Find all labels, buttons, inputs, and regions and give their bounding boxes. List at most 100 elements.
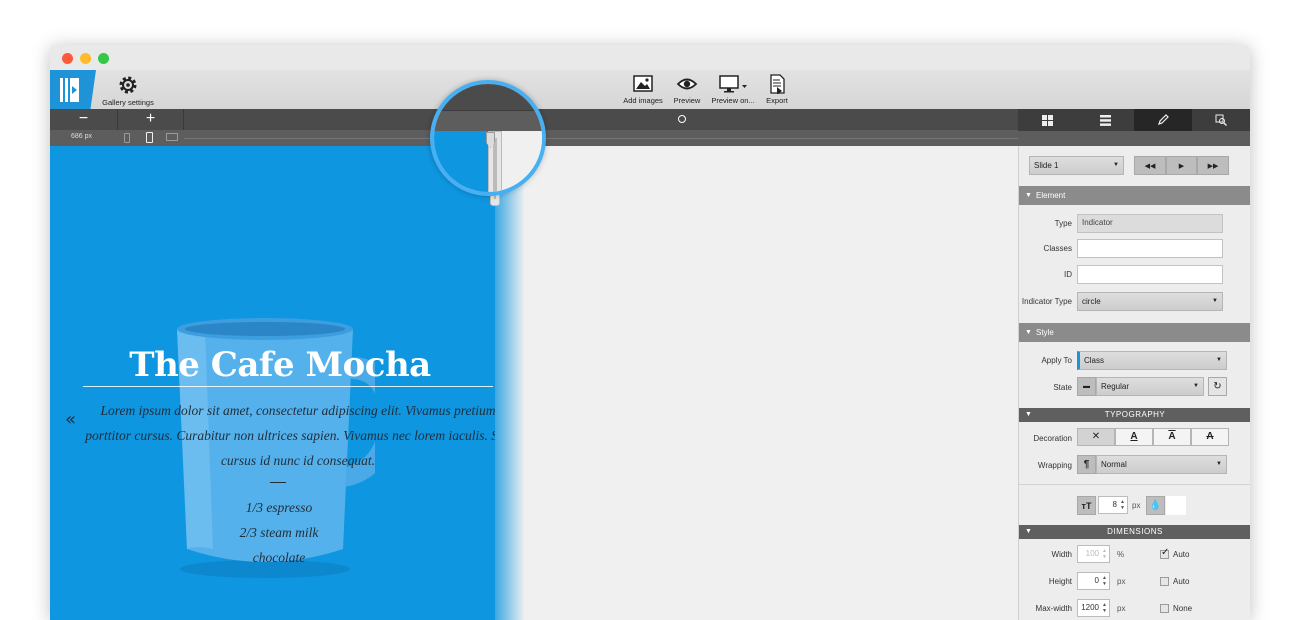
recipe-item: 1/3 espresso bbox=[245, 500, 313, 515]
tablet-icon[interactable] bbox=[146, 132, 153, 143]
preview-button[interactable]: Preview bbox=[670, 74, 704, 105]
typography-section-header[interactable]: ▼ TYPOGRAPHY bbox=[1019, 408, 1250, 422]
height-auto-checkbox[interactable] bbox=[1160, 577, 1169, 586]
reset-state-button[interactable]: ↻ bbox=[1208, 377, 1227, 396]
add-images-button[interactable]: Add images bbox=[622, 74, 664, 105]
timeline-track[interactable] bbox=[184, 109, 1018, 130]
preview-on-button[interactable]: Preview on... bbox=[710, 74, 756, 105]
rewind-icon: ◀◀ bbox=[1144, 162, 1156, 170]
slide-title[interactable]: The Cafe Mocha bbox=[50, 345, 495, 385]
timeline-marker[interactable] bbox=[678, 115, 686, 123]
editor-canvas[interactable]: The Cafe Mocha Lorem ipsum dolor sit ame… bbox=[50, 146, 1018, 620]
decoration-strikethrough-button[interactable]: A bbox=[1191, 428, 1229, 446]
recipe-item: chocolate bbox=[252, 550, 306, 565]
stepper-icon[interactable]: ▲ ▼ bbox=[1120, 499, 1125, 511]
wrapping-select[interactable]: Normal ▼ bbox=[1096, 455, 1227, 474]
tab-layout[interactable] bbox=[1018, 109, 1076, 131]
recipe-list[interactable]: 1/3 espresso 2/3 steam milk chocolate bbox=[50, 495, 495, 570]
desktop-icon[interactable] bbox=[166, 133, 178, 141]
font-size-input[interactable]: 8 ▲ ▼ bbox=[1098, 496, 1128, 514]
x-icon: ✕ bbox=[1091, 431, 1101, 442]
dimensions-section-header[interactable]: ▼ DIMENSIONS bbox=[1019, 525, 1250, 539]
text-color-button[interactable]: 💧 bbox=[1146, 496, 1165, 515]
state-select[interactable]: Regular ▼ bbox=[1096, 377, 1204, 396]
zoom-window-button[interactable] bbox=[98, 53, 109, 64]
max-width-input[interactable]: 1200 ▲ ▼ bbox=[1077, 599, 1110, 617]
slide-body-text[interactable]: Lorem ipsum dolor sit amet, consectetur … bbox=[83, 398, 495, 473]
height-input[interactable]: 0 ▲ ▼ bbox=[1077, 572, 1110, 590]
play-icon: ▶ bbox=[1178, 162, 1185, 170]
classes-input[interactable] bbox=[1077, 239, 1223, 258]
tab-style[interactable] bbox=[1134, 109, 1192, 131]
width-readout: 686 px bbox=[71, 133, 93, 140]
text-size-icon: тT bbox=[1081, 500, 1092, 511]
dash-divider bbox=[270, 482, 286, 483]
rewind-button[interactable]: ◀◀ bbox=[1134, 156, 1166, 175]
width-auto-label: Auto bbox=[1173, 550, 1190, 559]
play-button[interactable]: ▶ bbox=[1166, 156, 1197, 175]
divider bbox=[1019, 484, 1250, 485]
text-color-swatch[interactable] bbox=[1166, 496, 1186, 515]
id-input[interactable] bbox=[1077, 265, 1223, 284]
apply-to-select[interactable]: Class ▼ bbox=[1077, 351, 1227, 370]
font-size-icon-button[interactable]: тT bbox=[1077, 496, 1096, 515]
type-field: Indicator bbox=[1077, 214, 1223, 233]
phone-icon[interactable] bbox=[124, 133, 130, 143]
minimize-window-button[interactable] bbox=[80, 53, 91, 64]
font-size-value: 8 bbox=[1112, 500, 1117, 509]
fast-forward-button[interactable]: ▶▶ bbox=[1197, 156, 1229, 175]
decoration-overline-button[interactable]: A bbox=[1153, 428, 1191, 446]
close-window-button[interactable] bbox=[62, 53, 73, 64]
app-window: Gallery settings Add images Preview Prev… bbox=[50, 45, 1250, 620]
ruler-line bbox=[184, 138, 1018, 139]
decoration-underline-button[interactable]: A bbox=[1115, 428, 1153, 446]
wrapping-value: Normal bbox=[1101, 460, 1127, 469]
stepper-icon[interactable]: ▲ ▼ bbox=[1102, 575, 1107, 587]
max-width-value: 1200 bbox=[1081, 603, 1099, 612]
style-header-label: Style bbox=[1036, 328, 1054, 337]
zoom-out-button[interactable]: − bbox=[50, 109, 117, 129]
gallery-settings-button[interactable]: Gallery settings bbox=[102, 74, 154, 107]
title-divider bbox=[83, 386, 493, 387]
chevron-down-icon: ▼ bbox=[1193, 383, 1199, 389]
zoom-in-button[interactable]: + bbox=[118, 109, 183, 129]
slide-select[interactable]: Slide 1 ▼ bbox=[1029, 156, 1124, 175]
add-images-label: Add images bbox=[623, 96, 663, 105]
gear-icon bbox=[119, 76, 137, 94]
chevron-down-icon: ▼ bbox=[1216, 461, 1222, 467]
max-width-none-checkbox[interactable] bbox=[1160, 604, 1169, 613]
element-header-label: Element bbox=[1036, 191, 1066, 200]
wrapping-icon-button[interactable]: ¶ bbox=[1077, 455, 1096, 474]
export-label: Export bbox=[766, 96, 788, 105]
state-icon: ▬ bbox=[1083, 383, 1090, 390]
slide-preview[interactable]: The Cafe Mocha Lorem ipsum dolor sit ame… bbox=[50, 146, 495, 620]
width-auto-checkbox[interactable] bbox=[1160, 547, 1169, 559]
slide-select-value: Slide 1 bbox=[1034, 161, 1059, 170]
indicator-type-value: circle bbox=[1082, 297, 1101, 306]
chevron-down-icon: ▼ bbox=[1113, 162, 1119, 168]
export-icon bbox=[770, 74, 785, 94]
max-width-unit: px bbox=[1117, 604, 1126, 613]
tab-inspect[interactable] bbox=[1192, 109, 1250, 131]
style-section-header[interactable]: ▼ Style bbox=[1019, 323, 1250, 342]
width-value: 100 bbox=[1085, 549, 1099, 558]
refresh-icon: ↻ bbox=[1213, 381, 1222, 392]
main-toolbar: Gallery settings Add images Preview Prev… bbox=[50, 70, 1250, 110]
prev-slide-arrow[interactable]: « bbox=[65, 409, 76, 430]
pencil-icon bbox=[1158, 114, 1169, 125]
element-section-header[interactable]: ▼ Element bbox=[1019, 186, 1250, 205]
stepper-icon[interactable]: ▲ ▼ bbox=[1102, 602, 1107, 614]
decoration-none-button[interactable]: ✕ bbox=[1077, 428, 1115, 446]
height-unit: px bbox=[1117, 577, 1126, 586]
dimensions-header-label: DIMENSIONS bbox=[1107, 527, 1163, 536]
export-button[interactable]: Export bbox=[762, 74, 792, 105]
preview-on-label: Preview on... bbox=[711, 96, 755, 105]
stepper-icon[interactable]: ▲ ▼ bbox=[1102, 548, 1107, 560]
state-icon-button[interactable]: ▬ bbox=[1077, 377, 1096, 396]
tab-list[interactable] bbox=[1076, 109, 1134, 131]
width-input[interactable]: 100 ▲ ▼ bbox=[1077, 545, 1110, 563]
indicator-type-select[interactable]: circle ▼ bbox=[1077, 292, 1223, 311]
collapse-arrow-icon: ▼ bbox=[1025, 329, 1032, 336]
image-icon bbox=[633, 75, 653, 92]
underline-icon: A bbox=[1130, 431, 1138, 442]
